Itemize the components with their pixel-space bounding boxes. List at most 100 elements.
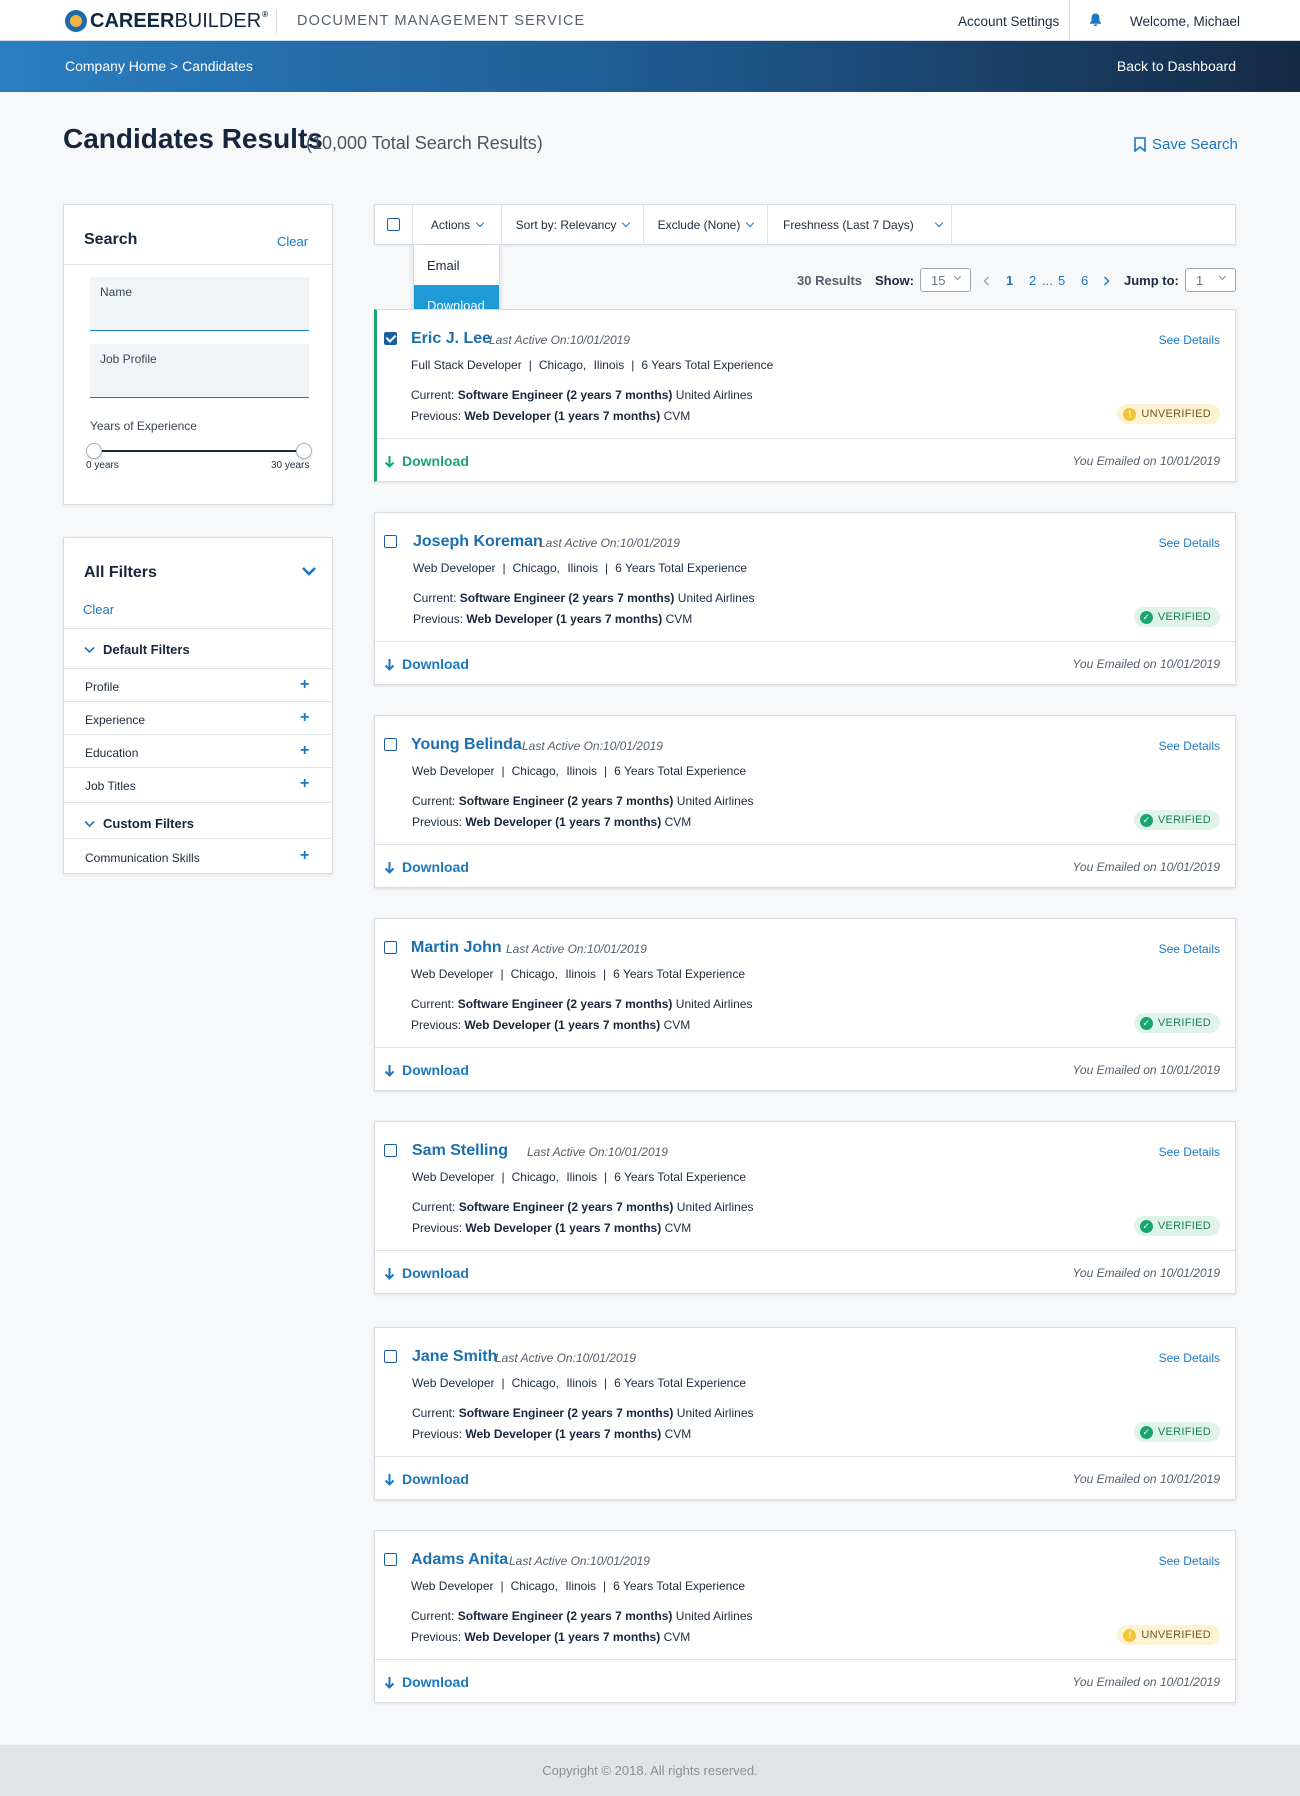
filters-clear-link[interactable]: Clear (83, 602, 114, 617)
freshness-dropdown[interactable]: Freshness (Last 7 Days) (768, 205, 952, 244)
select-all-checkbox[interactable] (387, 218, 400, 231)
see-details-link[interactable]: See Details (1159, 536, 1220, 550)
candidate-checkbox[interactable] (384, 1350, 397, 1363)
see-details-link[interactable]: See Details (1159, 1351, 1220, 1365)
filter-row-communication-skills[interactable]: Communication Skills + (64, 838, 332, 873)
account-settings-link[interactable]: Account Settings (958, 14, 1059, 29)
back-to-dashboard-link[interactable]: Back to Dashboard (1117, 58, 1236, 74)
experience-slider-track[interactable] (94, 450, 304, 452)
default-filters-toggle[interactable]: Default Filters (84, 642, 190, 657)
candidate-card[interactable]: Martin John Last Active On:10/01/2019 Web … (374, 918, 1236, 1091)
filter-row-education[interactable]: Education + (64, 734, 332, 767)
careerbuilder-logo[interactable]: CAREERBUILDER® (65, 9, 268, 33)
filter-row-job-titles[interactable]: Job Titles + (64, 767, 332, 800)
previous-position: Previous: Web Developer (1 years 7 month… (413, 612, 692, 626)
plus-icon[interactable]: + (300, 676, 309, 694)
show-per-page-select[interactable]: 15 (920, 268, 971, 292)
exclude-label: Exclude (None) (657, 217, 741, 232)
name-input[interactable] (100, 303, 295, 323)
see-details-link[interactable]: See Details (1159, 942, 1220, 956)
candidate-card[interactable]: Adams Anita Last Active On:10/01/2019 Web … (374, 1530, 1236, 1703)
search-clear-link[interactable]: Clear (277, 234, 308, 249)
candidate-card[interactable]: Joseph Koreman Last Active On:10/01/2019 W… (374, 512, 1236, 685)
separator: | (500, 967, 504, 981)
see-details-link[interactable]: See Details (1159, 333, 1220, 347)
previous-company: CVM (664, 1221, 692, 1235)
jump-to-label: Jump to: (1124, 273, 1179, 288)
exclude-dropdown[interactable]: Exclude (None) (644, 205, 768, 244)
plus-icon[interactable]: + (300, 709, 309, 727)
page-link-5[interactable]: 5 (1058, 273, 1065, 288)
sort-dropdown[interactable]: Sort by: Relevancy (502, 205, 644, 244)
name-field[interactable]: Name (90, 277, 309, 331)
filter-row-experience[interactable]: Experience + (64, 701, 332, 734)
current-position: Current: Software Engineer (2 years 7 mo… (411, 1609, 753, 1623)
candidate-checkbox[interactable] (384, 535, 397, 548)
logo-mark-icon (65, 10, 87, 32)
plus-icon[interactable]: + (300, 742, 309, 760)
last-active-text: Last Active On:10/01/2019 (509, 1554, 650, 1568)
actions-label: Actions (430, 217, 471, 232)
candidate-name-link[interactable]: Joseph Koreman (413, 533, 543, 551)
actions-dropdown[interactable]: Actions (413, 205, 502, 244)
jump-to-select[interactable]: 1 (1185, 268, 1236, 292)
actions-menu-email[interactable]: Email (414, 245, 499, 285)
previous-label: Previous: (412, 1221, 463, 1235)
download-resume-button[interactable]: Download (384, 859, 469, 875)
page-link-6[interactable]: 6 (1081, 273, 1088, 288)
experience-slider-max-handle[interactable] (296, 443, 312, 459)
candidate-summary: Web Developer | Chicago, Ilinois | 6 Years T… (412, 764, 746, 778)
download-resume-button[interactable]: Download (384, 656, 469, 672)
page-title: Candidates Results (63, 123, 323, 154)
plus-icon[interactable]: + (300, 775, 309, 793)
download-resume-button[interactable]: Download (384, 1674, 469, 1690)
chevron-left-icon[interactable] (983, 276, 990, 286)
download-resume-button[interactable]: Download (384, 1265, 469, 1281)
page-link-1[interactable]: 1 (1006, 273, 1013, 288)
verification-status-text: VERIFIED (1157, 611, 1211, 623)
candidate-checkbox[interactable] (384, 738, 397, 751)
download-resume-button[interactable]: Download (384, 1471, 469, 1487)
download-resume-button[interactable]: Download (384, 1062, 469, 1078)
chevron-right-icon[interactable] (1103, 276, 1110, 286)
page-link-2[interactable]: 2 (1029, 273, 1036, 288)
candidate-name-link[interactable]: Young Belinda (411, 736, 522, 754)
custom-filters-toggle[interactable]: Custom Filters (84, 816, 194, 831)
breadcrumb-banner: Company Home > Candidates Back to Dashbo… (0, 41, 1300, 92)
emailed-status-text: You Emailed on 10/01/2019 (1072, 1063, 1220, 1077)
filter-row-label: Experience (85, 713, 146, 727)
candidate-name-link[interactable]: Martin John (411, 939, 502, 957)
search-panel-title: Search (84, 231, 138, 248)
candidate-card[interactable]: Young Belinda Last Active On:10/01/2019 We… (374, 715, 1236, 888)
candidate-name-link[interactable]: Adams Anita (411, 1551, 508, 1569)
candidate-checkbox[interactable] (384, 941, 397, 954)
plus-icon[interactable]: + (300, 847, 309, 865)
previous-company: CVM (663, 1630, 691, 1644)
candidate-name-link[interactable]: Eric J. Lee (411, 330, 491, 348)
job-profile-field[interactable]: Job Profile (90, 344, 309, 398)
breadcrumb[interactable]: Company Home > Candidates (65, 58, 253, 74)
bell-icon[interactable] (1089, 13, 1102, 27)
welcome-user[interactable]: Welcome, Michael (1130, 14, 1240, 29)
chevron-down-icon[interactable] (301, 566, 317, 577)
filter-row-profile[interactable]: Profile + (64, 668, 332, 701)
see-details-link[interactable]: See Details (1159, 739, 1220, 753)
emailed-status-text: You Emailed on 10/01/2019 (1072, 1675, 1220, 1689)
experience-slider-min-handle[interactable] (86, 443, 102, 459)
candidate-card[interactable]: Eric J. Lee Last Active On:10/01/2019 Full… (374, 309, 1236, 482)
see-details-link[interactable]: See Details (1159, 1554, 1220, 1568)
candidate-state: Ilinois (593, 358, 625, 372)
save-search-button[interactable]: Save Search (1134, 136, 1238, 153)
current-label: Current: (411, 388, 455, 402)
candidate-name-link[interactable]: Jane Smith (412, 1348, 497, 1366)
candidate-checkbox[interactable] (384, 1144, 397, 1157)
candidate-card[interactable]: Sam Stelling Last Active On:10/01/2019 Web… (374, 1121, 1236, 1294)
candidate-name-link[interactable]: Sam Stelling (412, 1142, 508, 1160)
candidate-checkbox[interactable] (384, 1553, 397, 1566)
candidate-card[interactable]: Jane Smith Last Active On:10/01/2019 Web D… (374, 1327, 1236, 1500)
job-profile-input[interactable] (100, 370, 295, 390)
download-resume-button[interactable]: Download (384, 453, 469, 469)
candidate-checkbox[interactable] (384, 332, 397, 345)
see-details-link[interactable]: See Details (1159, 1145, 1220, 1159)
current-title: Software Engineer (2 years 7 months) (458, 1200, 674, 1214)
